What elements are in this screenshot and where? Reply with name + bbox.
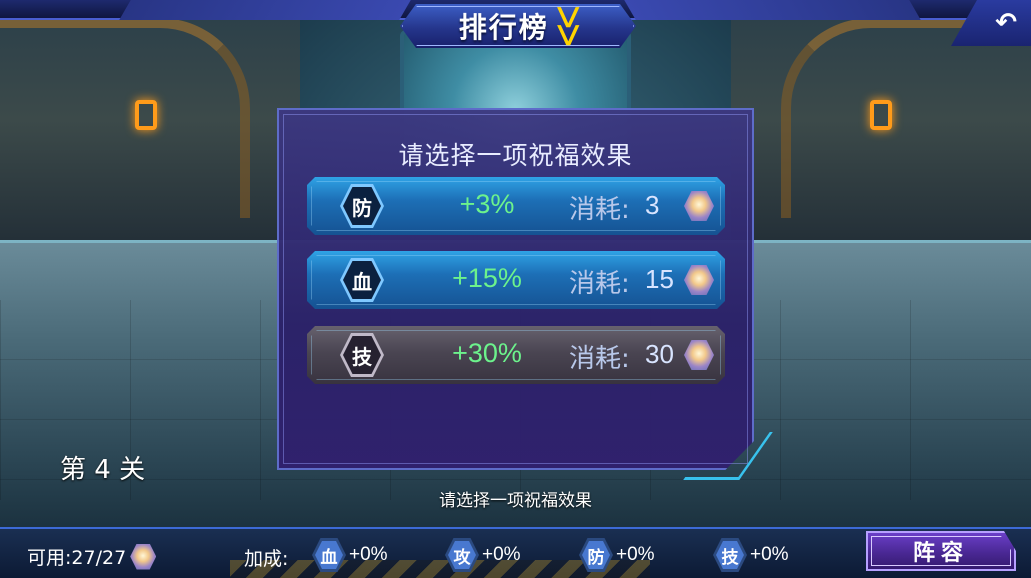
top-bar-right-wing — [624, 0, 921, 20]
bonus-attack: 攻 +0% — [445, 538, 521, 572]
health-icon: 血 — [312, 538, 346, 572]
stage-label: 第 4 关 — [60, 455, 146, 485]
bonus-value: +0% — [482, 544, 521, 565]
bonus-skill: 技 +0% — [713, 538, 789, 572]
gem-icon — [130, 543, 157, 570]
defense-icon: 防 — [579, 538, 613, 572]
top-bar-left-wing — [119, 0, 411, 20]
return-arrow-icon: ↶ — [995, 8, 1017, 38]
blessing-option-skill[interactable]: 技 +30% 消耗: 30 — [307, 326, 725, 384]
amber-light-right — [870, 100, 892, 130]
health-icon: 血 — [343, 261, 381, 299]
option-cost-value: 30 — [645, 339, 674, 369]
bonus-defense: 防 +0% — [579, 538, 655, 572]
option-cost-label: 消耗: — [569, 269, 630, 299]
option-cost-value: 3 — [645, 190, 660, 220]
option-icon-frame — [340, 333, 384, 377]
option-icon-frame — [340, 258, 384, 302]
option-bonus: +30% — [452, 338, 522, 368]
skill-icon: 技 — [713, 538, 747, 572]
defense-icon: 防 — [343, 187, 381, 225]
option-cost-label: 消耗: — [569, 344, 630, 374]
skill-icon: 技 — [343, 336, 381, 374]
page-title: 排行榜 — [458, 11, 549, 44]
blessing-option-health[interactable]: 血 +15% 消耗: 15 — [307, 251, 725, 309]
leaderboard-title-button[interactable]: 排行榜 ⋁ ⋁ — [400, 4, 636, 48]
bonus-value: +0% — [616, 544, 655, 565]
bonus-value: +0% — [349, 544, 388, 565]
blessing-option-defense[interactable]: 防 +3% 消耗: 3 — [307, 177, 725, 235]
option-bonus: +3% — [459, 189, 515, 219]
gem-icon — [684, 340, 714, 370]
double-chevron-down-icon: ⋁ ⋁ — [556, 4, 580, 47]
option-cost-value: 15 — [645, 264, 674, 294]
hint-text: 请选择一项祝福效果 — [439, 491, 592, 511]
available-points: 可用:27/27 — [27, 543, 157, 570]
gem-icon — [684, 191, 714, 221]
attack-icon: 攻 — [445, 538, 479, 572]
available-label: 可用:27/27 — [27, 547, 127, 569]
option-cost-label: 消耗: — [569, 195, 630, 225]
dialog-title: 请选择一项祝福效果 — [398, 141, 633, 170]
bonus-value: +0% — [750, 544, 789, 565]
lineup-button-label: 阵容 — [912, 541, 969, 566]
lineup-button[interactable]: 阵容 — [866, 531, 1016, 571]
amber-light-left — [135, 100, 157, 130]
bonus-label: 加成: — [244, 548, 289, 570]
option-icon-frame — [340, 184, 384, 228]
gem-icon — [684, 265, 714, 295]
bonus-health: 血 +0% — [312, 538, 388, 572]
option-bonus: +15% — [452, 263, 522, 293]
